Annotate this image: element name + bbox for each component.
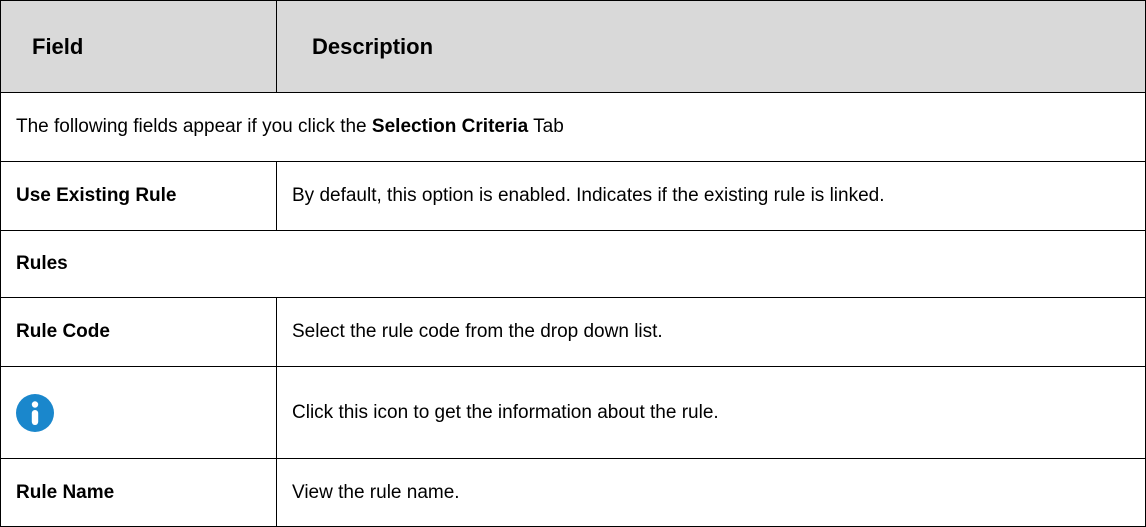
table-header-row: Field Description <box>0 0 1146 93</box>
header-description: Description <box>276 0 1146 93</box>
table-row: Use Existing Rule By default, this optio… <box>0 161 1146 231</box>
table-row: Rule Name View the rule name. <box>0 458 1146 527</box>
selection-criteria-note-row: The following fields appear if you click… <box>0 92 1146 162</box>
section-row-rules: Rules <box>0 230 1146 298</box>
section-title-rules: Rules <box>0 230 1146 298</box>
field-description-table: Field Description The following fields a… <box>0 0 1146 527</box>
table-row: Rule Code Select the rule code from the … <box>0 297 1146 367</box>
field-cell-rule-code: Rule Code <box>0 297 277 367</box>
header-field: Field <box>0 0 277 93</box>
field-cell-rule-name: Rule Name <box>0 458 277 527</box>
note-prefix: The following fields appear if you click… <box>16 116 372 137</box>
selection-criteria-note: The following fields appear if you click… <box>0 92 1146 162</box>
field-cell-info-icon <box>0 366 277 459</box>
info-icon <box>16 393 54 432</box>
description-cell-info-icon: Click this icon to get the information a… <box>276 366 1146 459</box>
description-cell-use-existing-rule: By default, this option is enabled. Indi… <box>276 161 1146 231</box>
table-row: Click this icon to get the information a… <box>0 366 1146 459</box>
note-emphasis: Selection Criteria <box>371 116 529 137</box>
note-suffix: Tab <box>528 116 564 137</box>
description-cell-rule-name: View the rule name. <box>276 458 1146 527</box>
description-cell-rule-code: Select the rule code from the drop down … <box>276 297 1146 367</box>
field-cell-use-existing-rule: Use Existing Rule <box>0 161 277 231</box>
